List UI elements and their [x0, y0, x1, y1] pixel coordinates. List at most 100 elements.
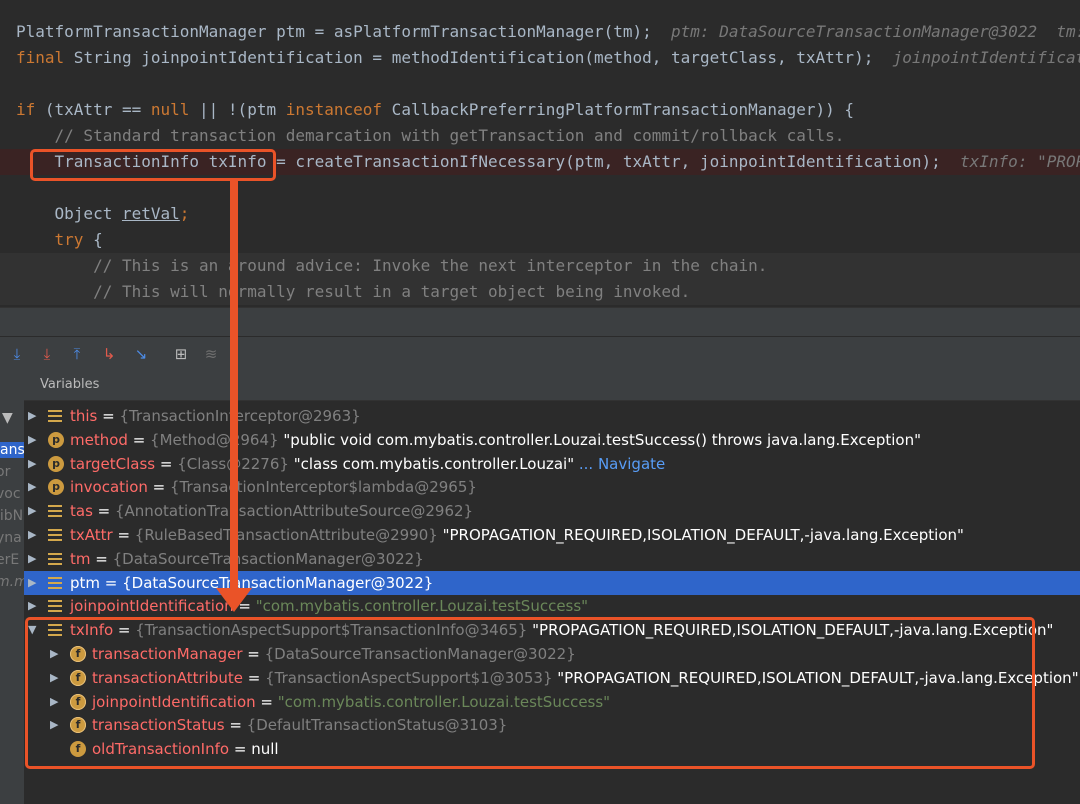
code-line: if (txAttr == null || !(ptm instanceof C…: [0, 97, 1080, 123]
editor-panel-separator[interactable]: [0, 307, 1080, 336]
expand-arrow-icon[interactable]: ▶: [28, 404, 40, 428]
filter-icon[interactable]: ▼: [2, 410, 24, 426]
evaluate-expression-icon[interactable]: ≋: [202, 345, 220, 363]
variable-text: invocation = {TransactionInterceptor$lam…: [70, 475, 477, 499]
step-over-icon[interactable]: ⤓: [8, 345, 26, 363]
code-token: joinpointIdentificati: [873, 48, 1080, 67]
code-token: Object: [16, 204, 122, 223]
field-list-icon: [48, 576, 62, 589]
equals-sign: =: [100, 573, 123, 592]
variable-row[interactable]: ▶ txAttr = {RuleBasedTransactionAttribute…: [24, 523, 1080, 547]
variable-text: tas = {AnnotationTransactionAttributeSou…: [70, 499, 473, 523]
code-line: Object retVal;: [0, 201, 1080, 227]
navigate-link[interactable]: ... Navigate: [579, 455, 665, 473]
equals-sign: =: [147, 478, 171, 497]
variable-type: {AnnotationTransactionAttributeSource@29…: [115, 502, 474, 521]
drop-frame-icon[interactable]: ↘: [132, 345, 150, 363]
force-step-into-icon[interactable]: ⤒: [68, 345, 86, 363]
code-line: // Standard transaction demarcation with…: [0, 123, 1080, 149]
field-list-icon: [48, 600, 62, 613]
equals-sign: =: [112, 526, 135, 544]
equals-sign: =: [233, 597, 256, 616]
variable-row[interactable]: ▶ ptm = {DataSourceTransactionManager@302…: [24, 570, 1080, 595]
variable-name: targetClass: [70, 454, 156, 473]
variable-name: this: [70, 407, 98, 425]
code-line: PlatformTransactionManager ptm = asPlatf…: [0, 19, 1080, 45]
expand-arrow-icon[interactable]: ▶: [28, 547, 40, 571]
frame-item[interactable]: libN: [0, 508, 24, 524]
parameter-icon: p: [48, 431, 64, 448]
code-line: final String joinpointIdentification = m…: [0, 45, 1080, 71]
equals-sign: =: [155, 454, 178, 473]
variable-name: joinpointIdentification: [70, 597, 234, 616]
expand-arrow-icon[interactable]: ▶: [28, 452, 40, 476]
variable-row[interactable]: ▶ p invocation = {TransactionInterceptor$l…: [24, 475, 1080, 499]
frame-item[interactable]: erE: [0, 552, 24, 568]
parameter-icon: p: [48, 455, 64, 472]
frame-item[interactable]: m.m: [0, 574, 24, 590]
variable-value: "class com.mybatis.controller.Louzai": [293, 454, 575, 473]
expand-arrow-icon[interactable]: ▶: [28, 523, 40, 547]
equals-sign: =: [97, 407, 120, 425]
expand-arrow-icon[interactable]: ▶: [28, 428, 40, 452]
field-list-icon: [48, 410, 62, 422]
expand-arrow-icon[interactable]: ▶: [28, 475, 40, 499]
expand-arrow-icon[interactable]: ▶: [28, 499, 40, 523]
variable-row[interactable]: ▶ p targetClass = {Class@2276} "class com.…: [24, 452, 1080, 476]
code-token: String joinpointIdentification = methodI…: [64, 48, 874, 67]
variable-text: tm = {DataSourceTransactionManager@3022}: [70, 547, 424, 571]
variable-name: tm: [70, 549, 91, 568]
code-token: {: [83, 230, 103, 249]
expand-arrow-icon[interactable]: ▶: [28, 594, 40, 618]
field-list-icon: [48, 552, 62, 565]
run-to-cursor-icon[interactable]: ⊞: [172, 345, 190, 363]
code-token: PlatformTransactionManager ptm = asPlatf…: [16, 22, 652, 41]
code-token: txInfo: "PROPA: [940, 152, 1080, 171]
txinfo-declaration-highlight: [30, 149, 276, 181]
frame-item[interactable]: or: [0, 464, 24, 480]
step-out-icon[interactable]: ↳: [100, 345, 118, 363]
variable-text: joinpointIdentification = "com.mybatis.c…: [70, 594, 588, 618]
variable-row[interactable]: ▶ this = {TransactionInterceptor@2963}: [24, 404, 1080, 428]
variable-name: txAttr: [70, 526, 113, 544]
code-token: final: [16, 48, 65, 67]
variable-value: "public void com.mybatis.controller.Louz…: [283, 430, 922, 449]
variable-row[interactable]: ▶ tas = {AnnotationTransactionAttributeSo…: [24, 499, 1080, 523]
code-token: ;: [179, 204, 190, 223]
variable-type: {RuleBasedTransactionAttribute@2990}: [134, 526, 438, 544]
step-into-icon[interactable]: ⤓: [38, 345, 56, 363]
equals-sign: =: [127, 430, 151, 449]
code-token: ptm: DataSourceTransactionManager@3022 t…: [651, 22, 1080, 41]
variable-value: "com.mybatis.controller.Louzai.testSucce…: [255, 597, 589, 616]
code-token: null: [150, 100, 190, 119]
frame-item[interactable]: ans: [0, 442, 24, 458]
code-token: CallbackPreferringPlatformTransactionMan…: [382, 100, 855, 119]
expand-arrow-icon[interactable]: ▶: [28, 571, 40, 595]
debugger-toolbar: ⤓ ⤓ ⤒ ↳ ↘ ⊞ ≋: [0, 336, 1080, 371]
variable-type: {TransactionInterceptor$lambda@2965}: [170, 478, 477, 497]
variable-name: ptm: [70, 573, 101, 592]
variable-type: {Class@2276}: [177, 454, 289, 473]
code-line: try {: [0, 227, 1080, 253]
variable-value: "PROPAGATION_REQUIRED,ISOLATION_DEFAULT,…: [442, 526, 964, 544]
variable-text: this = {TransactionInterceptor@2963}: [70, 404, 361, 428]
equals-sign: =: [90, 549, 113, 568]
field-list-icon: [48, 529, 62, 541]
variables-title: Variables: [40, 377, 100, 392]
variable-row[interactable]: ▶ tm = {DataSourceTransactionManager@3022…: [24, 547, 1080, 571]
txinfo-variable-highlight: [25, 617, 1035, 769]
code-token: if: [16, 100, 36, 119]
variable-text: txAttr = {RuleBasedTransactionAttribute@…: [70, 523, 964, 547]
variable-row[interactable]: ▶ joinpointIdentification = "com.mybatis.…: [24, 594, 1080, 618]
code-token: // This is an around advice: Invoke the …: [16, 256, 768, 275]
variable-row[interactable]: ▶ p method = {Method@2964} "public void co…: [24, 428, 1080, 452]
variable-type: {TransactionInterceptor@2963}: [119, 407, 361, 425]
code-token: // This will normally result in a target…: [16, 282, 691, 301]
frame-item[interactable]: yna: [0, 530, 24, 546]
frame-item[interactable]: voc: [0, 486, 24, 502]
frames-strip[interactable]: ▼ ans or voc libN yna erE m.m: [0, 370, 24, 804]
parameter-icon: p: [48, 479, 64, 496]
code-token: try: [16, 230, 84, 249]
variable-type: {DataSourceTransactionManager@3022}: [112, 549, 424, 568]
